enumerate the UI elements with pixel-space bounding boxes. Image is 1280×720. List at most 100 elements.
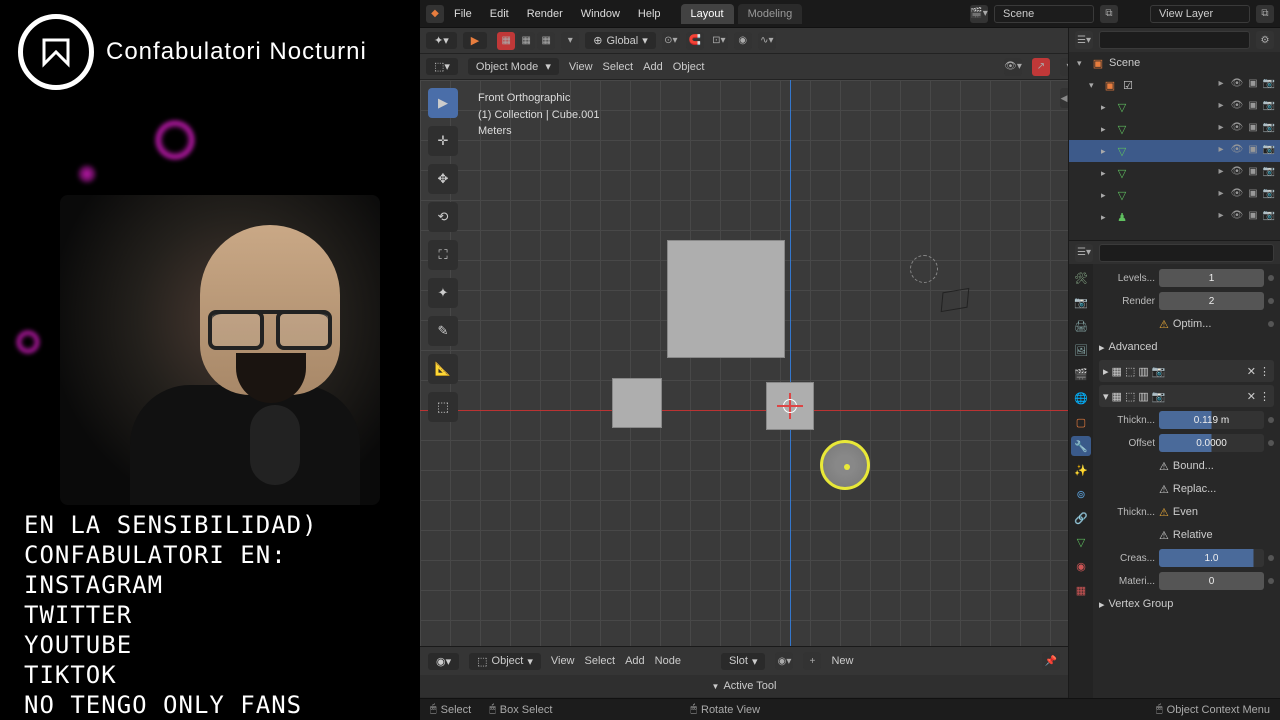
active-tool-panel-header[interactable]: ▼Active Tool: [420, 675, 1068, 697]
viewport-3d[interactable]: ▶ ✛ ✥ ⟲ ⛶ ✦ ✎ 📐 ⬚ Front Orthographic (1)…: [420, 80, 1068, 646]
prop-field-crease[interactable]: 1.0: [1159, 549, 1264, 567]
prop-tab-output[interactable]: 🖨: [1071, 316, 1091, 336]
snap-dropdown-icon[interactable]: ▾: [561, 32, 579, 50]
tool-annotate[interactable]: ✎: [428, 316, 458, 346]
cursor-tool-icon[interactable]: ▶: [463, 32, 487, 49]
node-menu-node[interactable]: Node: [655, 655, 681, 667]
scene-name-field[interactable]: Scene: [994, 5, 1094, 23]
node-slot-dropdown[interactable]: Slot ▾: [721, 653, 766, 670]
tool-add-primitive[interactable]: ⬚: [428, 392, 458, 422]
viewlayer-name-field[interactable]: View Layer: [1150, 5, 1250, 23]
tool-select-box[interactable]: ▶: [428, 88, 458, 118]
menu-file[interactable]: File: [446, 4, 480, 24]
outliner-display-dropdown[interactable]: ☰▾: [1075, 31, 1093, 49]
prop-tab-texture[interactable]: ▦: [1071, 580, 1091, 600]
modifier-header-1[interactable]: ▸▦⬚▥📷✕⋮: [1099, 360, 1274, 382]
tool-move[interactable]: ✥: [428, 164, 458, 194]
snap-vertex-icon[interactable]: ▦: [497, 32, 515, 50]
modifier-delete-icon[interactable]: ✕: [1247, 390, 1256, 403]
prop-optimal-display[interactable]: Optim...: [1173, 318, 1212, 330]
proportional-edit-icon[interactable]: ◉: [734, 32, 752, 50]
workspace-tab-layout[interactable]: Layout: [681, 4, 734, 24]
viewlayer-new-icon[interactable]: ⧉: [1256, 5, 1274, 23]
node-menu-select[interactable]: Select: [585, 655, 616, 667]
snap-target-dropdown-icon[interactable]: ⊡▾: [710, 32, 728, 50]
node-menu-add[interactable]: Add: [625, 655, 645, 667]
prop-anim-dot[interactable]: [1268, 555, 1274, 561]
prop-anim-dot[interactable]: [1268, 298, 1274, 304]
prop-tab-object[interactable]: ▢: [1071, 412, 1091, 432]
menu-help[interactable]: Help: [630, 4, 669, 24]
menu-window[interactable]: Window: [573, 4, 628, 24]
workspace-tab-modeling[interactable]: Modeling: [738, 4, 803, 24]
prop-tab-world[interactable]: 🌐: [1071, 388, 1091, 408]
empty-object-icon[interactable]: [910, 255, 938, 283]
node-menu-view[interactable]: View: [551, 655, 575, 667]
node-editor-type-dropdown[interactable]: ◉▾: [428, 653, 459, 670]
menu-edit[interactable]: Edit: [482, 4, 517, 24]
prop-field-thickness[interactable]: 0.119 m: [1159, 411, 1264, 429]
snap-toggle-icon[interactable]: 🧲: [686, 32, 704, 50]
tool-measure[interactable]: 📐: [428, 354, 458, 384]
outliner-row-collection[interactable]: ▾▣☑▸👁▣📷: [1069, 74, 1280, 96]
snap-edge-icon[interactable]: ▦: [517, 32, 535, 50]
tool-cursor[interactable]: ✛: [428, 126, 458, 156]
orientation-dropdown[interactable]: ⊕ Global ▾: [585, 32, 656, 49]
prop-anim-dot[interactable]: [1268, 440, 1274, 446]
mode-dropdown[interactable]: Object Mode ▾: [468, 58, 559, 75]
tool-transform[interactable]: ✦: [428, 278, 458, 308]
viewport-menu-view[interactable]: View: [569, 61, 593, 73]
prop-tab-render[interactable]: 📷: [1071, 292, 1091, 312]
blender-logo-icon[interactable]: ◆: [426, 5, 444, 23]
prop-even[interactable]: Even: [1173, 506, 1198, 518]
outliner-row-scene[interactable]: ▾▣Scene: [1069, 52, 1280, 74]
material-new-button[interactable]: +: [803, 652, 821, 670]
prop-tab-modifiers[interactable]: 🔧: [1071, 436, 1091, 456]
outliner-row-item[interactable]: ▸▽▸👁▣📷: [1069, 118, 1280, 140]
prop-tab-tool[interactable]: 🛠: [1071, 268, 1091, 288]
node-shader-type-dropdown[interactable]: ⬚ Object ▾: [469, 653, 541, 670]
scene-browse-icon[interactable]: 🎬▾: [970, 5, 988, 23]
snap-face-icon[interactable]: ▦: [537, 32, 555, 50]
prop-tab-viewlayer[interactable]: 🖼: [1071, 340, 1091, 360]
prop-anim-dot[interactable]: [1268, 321, 1274, 327]
outliner-row-item[interactable]: ▸▽▸👁▣📷: [1069, 96, 1280, 118]
editor-type-dropdown[interactable]: ⬚▾: [426, 58, 458, 75]
outliner-row-item[interactable]: ▸▽▸👁▣📷: [1069, 162, 1280, 184]
outliner-row-item[interactable]: ▸▽▸👁▣📷: [1069, 184, 1280, 206]
viewport-menu-add[interactable]: Add: [643, 61, 663, 73]
outliner-search-input[interactable]: [1099, 31, 1250, 49]
proportional-falloff-icon[interactable]: ∿▾: [758, 32, 776, 50]
prop-field-levels[interactable]: 1: [1159, 269, 1264, 287]
properties-display-dropdown[interactable]: ☰▾: [1075, 244, 1093, 262]
prop-tab-constraints[interactable]: 🔗: [1071, 508, 1091, 528]
prop-tab-material[interactable]: ◉: [1071, 556, 1091, 576]
prop-field-offset[interactable]: 0.0000: [1159, 434, 1264, 452]
properties-search-input[interactable]: [1099, 244, 1274, 262]
material-new-label[interactable]: New: [831, 655, 853, 667]
tool-scale[interactable]: ⛶: [428, 240, 458, 270]
menu-render[interactable]: Render: [519, 4, 571, 24]
prop-tab-data[interactable]: ▽: [1071, 532, 1091, 552]
prop-anim-dot[interactable]: [1268, 417, 1274, 423]
prop-anim-dot[interactable]: [1268, 578, 1274, 584]
prop-section-vgroup[interactable]: ▸Vertex Group: [1099, 594, 1274, 614]
prop-anim-dot[interactable]: [1268, 275, 1274, 281]
outliner-row-item[interactable]: ▸♟▸👁▣📷: [1069, 206, 1280, 228]
prop-relative[interactable]: Relative: [1173, 529, 1213, 541]
viewport-menu-select[interactable]: Select: [603, 61, 634, 73]
mesh-cube-large[interactable]: [667, 240, 785, 358]
prop-field-material[interactable]: 0: [1159, 572, 1264, 590]
prop-tab-particles[interactable]: ✨: [1071, 460, 1091, 480]
outliner-filter-icon[interactable]: ⚙: [1256, 31, 1274, 49]
tool-preset-dropdown[interactable]: ✦▾: [426, 32, 457, 49]
pin-icon[interactable]: 📌: [1042, 652, 1060, 670]
panel-collapse-handle[interactable]: ◀: [1060, 88, 1068, 108]
prop-tab-scene[interactable]: 🎬: [1071, 364, 1091, 384]
viewport-menu-object[interactable]: Object: [673, 61, 705, 73]
prop-field-render[interactable]: 2: [1159, 292, 1264, 310]
mesh-cube-small-2[interactable]: [766, 382, 814, 430]
gizmo-toggle-icon[interactable]: ↗: [1032, 58, 1050, 76]
outliner-row-item-selected[interactable]: ▸▽▸👁▣📷: [1069, 140, 1280, 162]
prop-boundary[interactable]: Bound...: [1173, 460, 1214, 472]
